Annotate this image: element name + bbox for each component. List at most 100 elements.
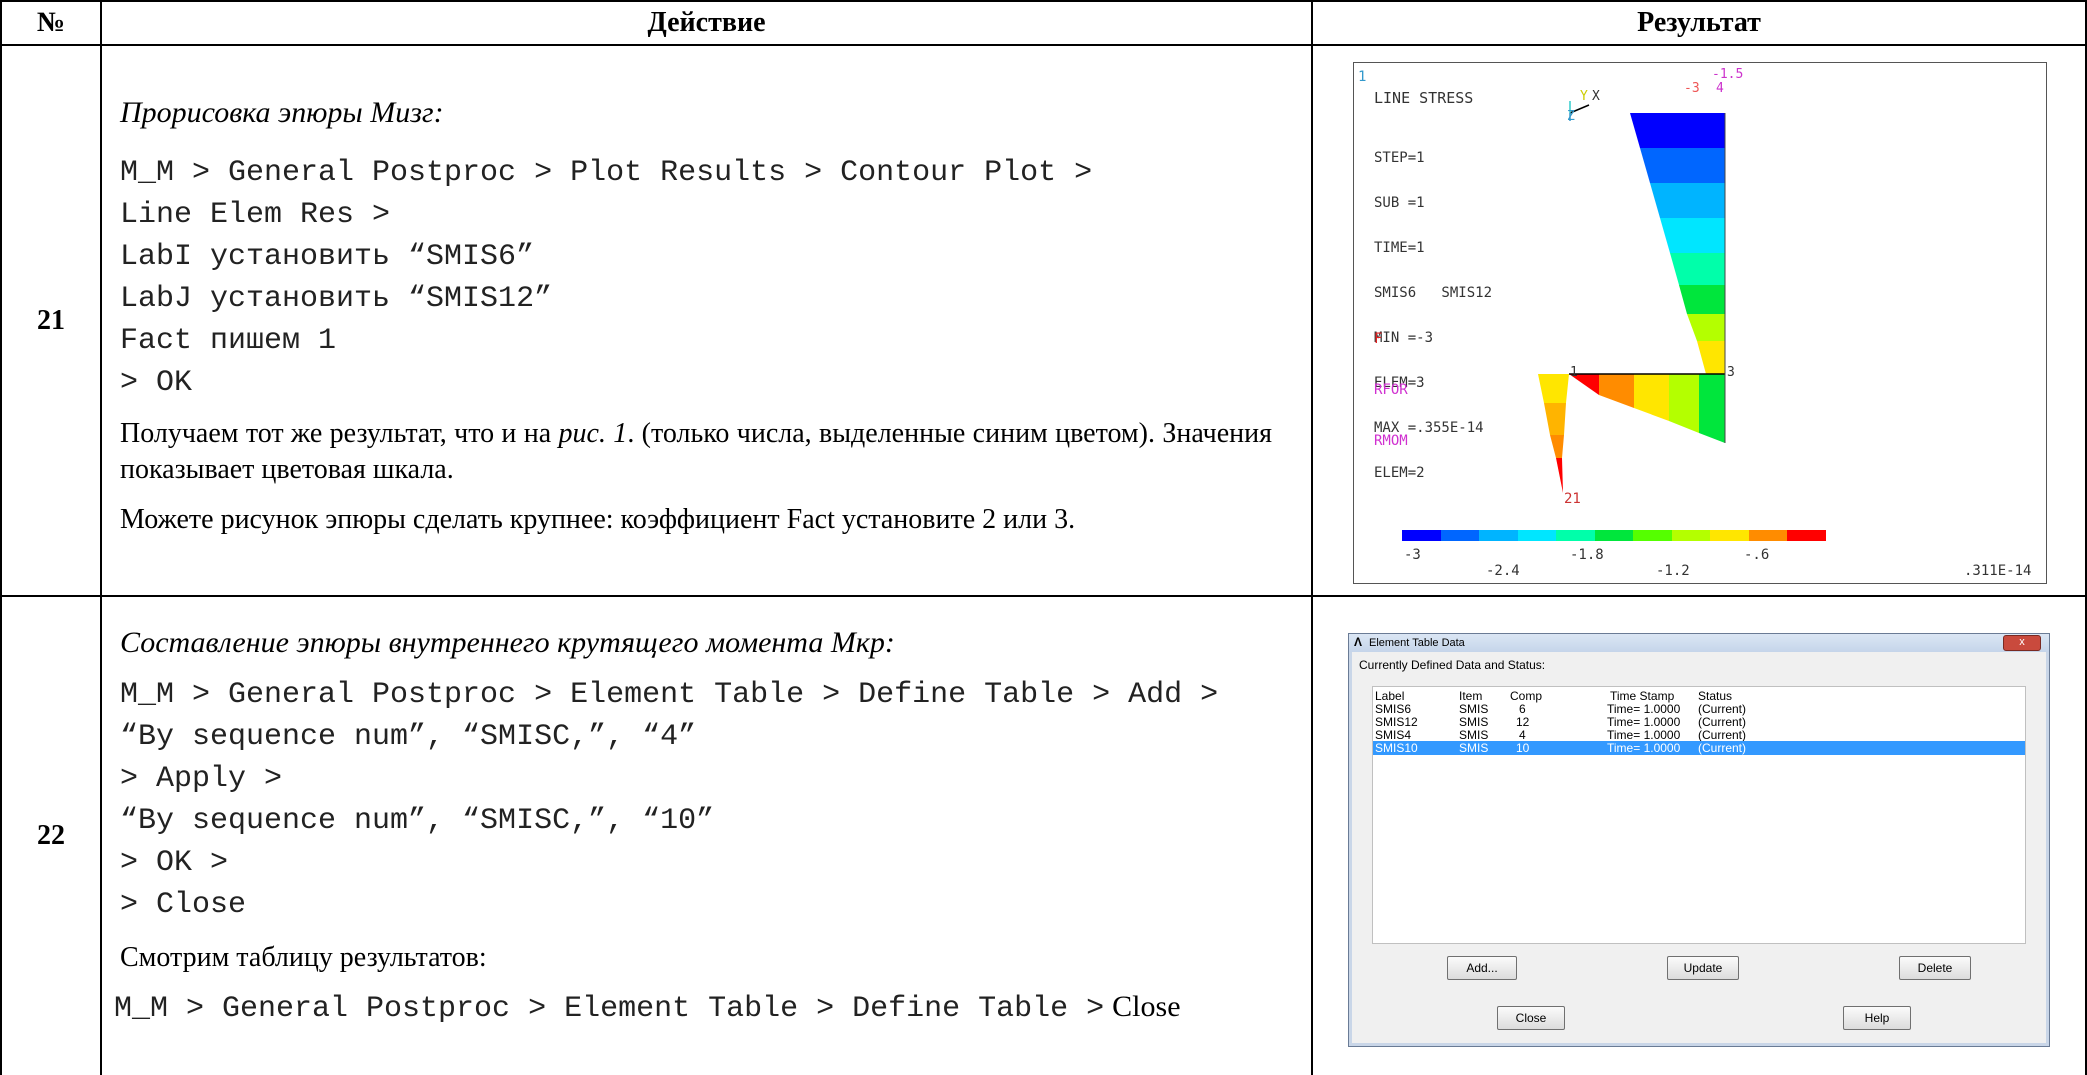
cell: (Current) (1698, 741, 1747, 755)
scale-seg (1748, 530, 1788, 541)
band (1669, 374, 1699, 433)
cell: Time= 1.0000 (1607, 715, 1681, 729)
stress-diagram (1538, 101, 1726, 493)
table-row[interactable]: SMIS6 SMIS 6 Time= 1.0000 (Current) (1373, 702, 2025, 716)
cell: Time= 1.0000 (1607, 728, 1681, 742)
instruction-table: № Действие Результат 21 Прорисовка эпюры… (0, 0, 2087, 1075)
col-timestamp: Time Stamp (1610, 689, 1675, 703)
cell: 4 (1519, 728, 1526, 742)
scale-seg (1402, 530, 1441, 541)
row21-action: Прорисовка эпюры Мизг: M_M > General Pos… (120, 96, 1300, 538)
code-line: > Apply > (120, 762, 283, 796)
table-row[interactable]: SMIS12 SMIS 12 Time= 1.0000 (Current) (1373, 715, 2025, 729)
scale-seg (1787, 530, 1827, 541)
scale-seg (1671, 530, 1711, 541)
band (1679, 285, 1725, 314)
cell: (Current) (1698, 715, 1747, 729)
cell: 10 (1516, 741, 1530, 755)
cell: SMIS (1459, 741, 1489, 755)
table-row-selected[interactable]: SMIS10 SMIS 10 Time= 1.0000 (Current) (1373, 741, 2025, 755)
band (1544, 403, 1566, 435)
update-button[interactable]: Update (1667, 956, 1739, 980)
cell: SMIS4 (1375, 728, 1412, 742)
cell: SMIS (1459, 715, 1489, 729)
header-num: № (36, 7, 66, 38)
section-label: Currently Defined Data and Status: (1359, 658, 1546, 672)
figure-reference: рис. 1 (558, 418, 628, 449)
band (1697, 341, 1725, 374)
code-line: > OK (120, 366, 193, 400)
help-button[interactable]: Help (1843, 1006, 1911, 1030)
node-label-1: 1 (1570, 365, 1578, 380)
col-comp: Comp (1510, 689, 1543, 703)
header-action: Действие (647, 7, 766, 38)
row-number-21: 21 (37, 304, 65, 336)
row22-paragraph: Смотрим таблицу результатов: (120, 942, 487, 973)
band (1538, 374, 1569, 403)
code-path: M_M > General Postproc > Element Table >… (114, 992, 1105, 1026)
element-table-list[interactable]: Label Item Comp Time Stamp Status SMIS6 … (1372, 686, 2026, 944)
top-value: -1.5 (1712, 67, 1744, 82)
code-line: > OK > (120, 846, 229, 880)
cell: Time= 1.0000 (1607, 702, 1681, 716)
element-table-dialog: Λ Element Table Data x Currently Defined… (1348, 633, 2050, 1047)
band (1650, 183, 1725, 218)
band (1699, 374, 1725, 443)
row22-code-line-2: M_M > General Postproc > Element Table >… (114, 988, 1300, 1030)
row22-action: Составление эпюры внутреннего крутящего … (114, 626, 1300, 1030)
band (1630, 113, 1725, 148)
col-label: Label (1375, 689, 1405, 703)
row-divider (0, 595, 2087, 597)
axis-z-label: Z (1567, 109, 1575, 124)
scale-label: -1.2 (1656, 563, 1690, 579)
table-row[interactable]: SMIS4 SMIS 4 Time= 1.0000 (Current) (1373, 728, 2025, 742)
ansys-logo-icon: Λ (1354, 635, 1363, 649)
cell: SMIS (1459, 728, 1489, 742)
code-line: “By sequence num”, “SMISC,”, “4” (120, 720, 697, 754)
dialog-titlebar[interactable]: Λ Element Table Data x (1349, 634, 2049, 652)
cell: SMIS (1459, 702, 1489, 716)
code-tail: Close (1112, 990, 1181, 1023)
scale-seg (1594, 530, 1634, 541)
add-button[interactable]: Add... (1447, 956, 1517, 980)
cell: Time= 1.0000 (1607, 741, 1681, 755)
close-button[interactable]: Close (1497, 1006, 1565, 1030)
scale-label: .311E-14 (1964, 563, 2032, 579)
band (1640, 148, 1725, 183)
ansys-line-stress-plot: 1 LINE STRESS STEP=1 SUB =1 TIME=1 SMIS6… (1353, 62, 2047, 584)
scale-label: -1.8 (1570, 547, 1604, 563)
scale-seg (1556, 530, 1595, 541)
scale-seg (1710, 530, 1749, 541)
scale-seg (1633, 530, 1672, 541)
band (1550, 435, 1564, 458)
row22-title: Составление эпюры внутреннего крутящего … (120, 626, 895, 659)
delete-button[interactable]: Delete (1899, 956, 1971, 980)
scale-seg (1479, 530, 1518, 541)
scale-label: -.6 (1744, 547, 1770, 563)
row-number-22: 22 (37, 820, 65, 851)
col-divider-action (1311, 0, 1313, 1075)
band (1670, 253, 1725, 285)
code-line: LabI установить “SMIS6” (120, 240, 535, 274)
cell: SMIS6 (1375, 702, 1412, 716)
cell: (Current) (1698, 728, 1747, 742)
row21-paragraph-1: Получаем тот же результат, что и на рис.… (120, 416, 1272, 488)
code-line: Line Elem Res > (120, 198, 391, 232)
band (1687, 314, 1725, 341)
cell: SMIS12 (1375, 715, 1418, 729)
scale-label: -2.4 (1486, 563, 1520, 579)
band (1556, 458, 1563, 493)
cell: 6 (1519, 702, 1526, 716)
header-divider (0, 44, 2087, 46)
bottom-node-label: 21 (1564, 491, 1581, 507)
color-scale-bar (1402, 530, 1827, 541)
code-line: Fact пишем 1 (120, 324, 337, 358)
col-status: Status (1698, 689, 1733, 703)
code-line: LabJ установить “SMIS12” (120, 282, 553, 316)
close-icon[interactable]: x (2003, 635, 2041, 651)
cell: SMIS10 (1375, 741, 1418, 755)
row21-title: Прорисовка эпюры Мизг: (120, 96, 444, 129)
band (1634, 374, 1669, 421)
text-part: Получаем тот же результат, что и на (120, 418, 559, 449)
cell: (Current) (1698, 702, 1747, 716)
